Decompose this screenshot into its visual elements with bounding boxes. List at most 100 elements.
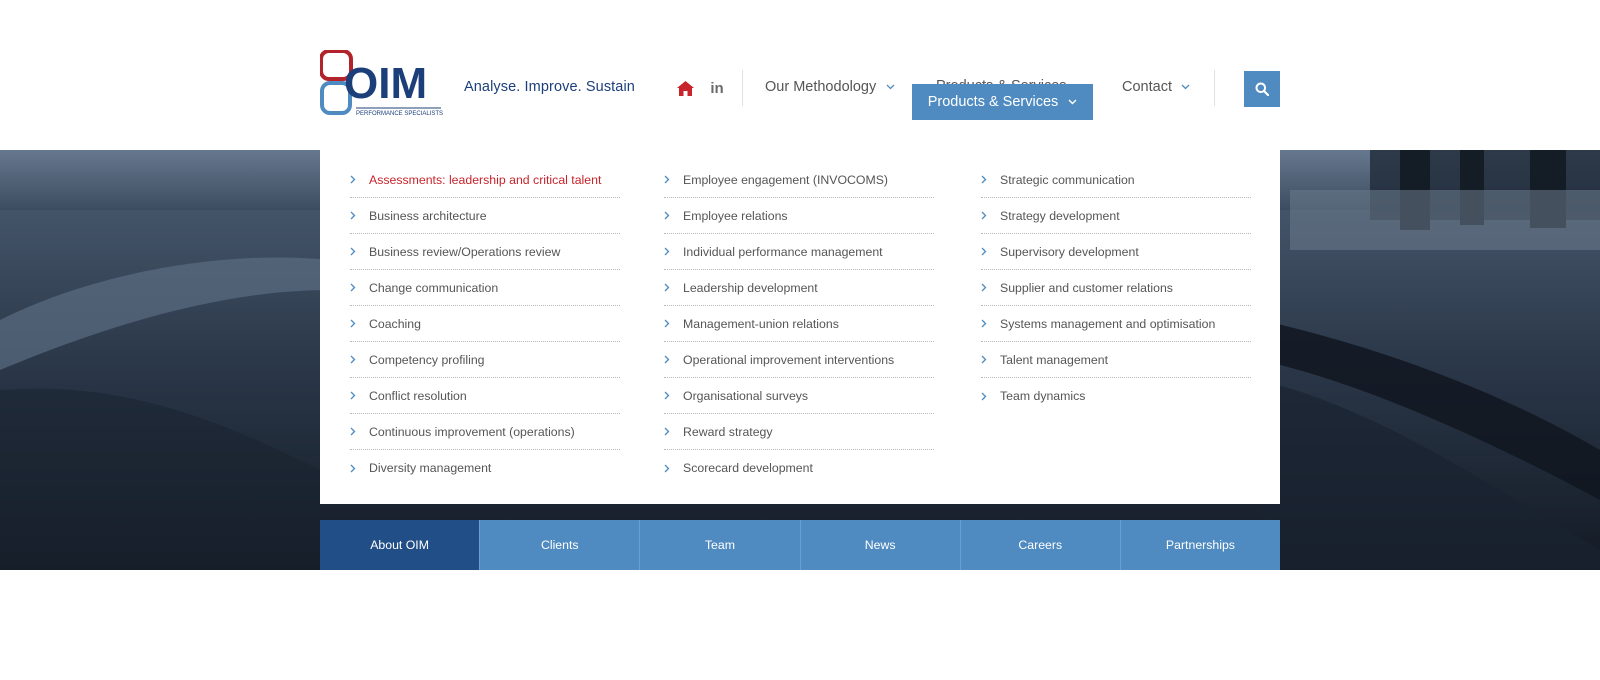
mega-menu-item-label: Business architecture [369, 208, 487, 223]
chevron-right-icon [664, 464, 683, 473]
chevron-right-icon [664, 355, 683, 364]
mega-menu-item[interactable]: Competency profiling [350, 342, 620, 378]
mega-menu-item-label: Business review/Operations review [369, 244, 561, 259]
mega-menu-item-label: Systems management and optimisation [1000, 316, 1216, 331]
mega-menu-item-label: Strategic communication [1000, 172, 1135, 187]
mega-menu-item[interactable]: Assessments: leadership and critical tal… [350, 162, 620, 198]
mega-menu-item-label: Team dynamics [1000, 389, 1086, 403]
mega-menu-item-label: Employee relations [683, 208, 788, 223]
nav-divider [742, 70, 743, 106]
mega-menu-item-label: Change communication [369, 280, 499, 295]
nav-divider [1214, 70, 1215, 106]
chevron-right-icon [350, 464, 369, 473]
mega-menu-item[interactable]: Supervisory development [981, 234, 1251, 270]
chevron-right-icon [981, 175, 1000, 184]
mega-menu-item[interactable]: Conflict resolution [350, 378, 620, 414]
mega-menu-item[interactable]: Reward strategy [664, 414, 934, 450]
chevron-right-icon [664, 175, 683, 184]
mega-menu-item-label: Continuous improvement (operations) [369, 424, 575, 439]
chevron-right-icon [664, 283, 683, 292]
mega-menu-item[interactable]: Change communication [350, 270, 620, 306]
mega-menu-item-label: Supplier and customer relations [1000, 280, 1173, 295]
chevron-right-icon [664, 211, 683, 220]
mega-menu-item[interactable]: Business review/Operations review [350, 234, 620, 270]
secondary-nav-careers[interactable]: Careers [960, 520, 1121, 570]
mega-menu-item-label: Reward strategy [683, 424, 773, 439]
mega-menu-item-label: Leadership development [683, 280, 818, 295]
chevron-right-icon [981, 392, 1000, 401]
mega-menu-item[interactable]: Strategy development [981, 198, 1251, 234]
svg-text:PERFORMANCE SPECIALISTS: PERFORMANCE SPECIALISTS [356, 111, 443, 117]
mega-menu-item[interactable]: Operational improvement interventions [664, 342, 934, 378]
mega-menu-item[interactable]: Business architecture [350, 198, 620, 234]
chevron-down-icon [885, 82, 895, 92]
chevron-right-icon [981, 211, 1000, 220]
mega-menu-item-label: Conflict resolution [369, 388, 467, 403]
mega-menu-item-label: Employee engagement (INVOCOMS) [683, 172, 889, 187]
home-icon[interactable] [675, 78, 695, 98]
site-header: OIM PERFORMANCE SPECIALISTS Analyse. Imp… [0, 0, 1600, 150]
mega-menu-item[interactable]: Management-union relations [664, 306, 934, 342]
chevron-right-icon [981, 319, 1000, 328]
nav-contact[interactable]: Contact [1122, 79, 1191, 95]
nav-label: Products & Services [927, 94, 1059, 110]
mega-menu-item-label: Supervisory development [1000, 244, 1139, 259]
chevron-right-icon [350, 175, 369, 184]
products-mega-menu: Assessments: leadership and critical tal… [320, 150, 1280, 504]
linkedin-icon[interactable]: in [707, 78, 727, 98]
nav-label: Our Methodology [765, 79, 877, 95]
chevron-right-icon [350, 283, 369, 292]
mega-menu-item-label: Assessments: leadership and critical tal… [369, 172, 602, 187]
nav-products-services[interactable]: Products & Services [912, 84, 1093, 120]
mega-menu-item[interactable]: Systems management and optimisation [981, 306, 1251, 342]
chevron-right-icon [981, 247, 1000, 256]
chevron-right-icon [664, 391, 683, 400]
chevron-down-icon [1181, 82, 1191, 92]
chevron-right-icon [350, 211, 369, 220]
mega-menu-item[interactable]: Continuous improvement (operations) [350, 414, 620, 450]
secondary-nav-about-oim[interactable]: About OIM [320, 520, 481, 570]
mega-menu-column-2: Employee engagement (INVOCOMS) Employee r… [664, 162, 934, 486]
mega-menu-item-label: Management-union relations [683, 316, 839, 331]
mega-menu-item[interactable]: Strategic communication [981, 162, 1251, 198]
mega-menu-item[interactable]: Scorecard development [664, 450, 934, 486]
search-button[interactable] [1244, 71, 1280, 107]
mega-menu-item[interactable]: Supplier and customer relations [981, 270, 1251, 306]
mega-menu-item-label: Competency profiling [369, 352, 485, 367]
nav-our-methodology[interactable]: Our Methodology [765, 79, 895, 95]
chevron-right-icon [350, 247, 369, 256]
tagline: Analyse. Improve. Sustain [464, 79, 635, 95]
chevron-down-icon [1067, 97, 1077, 107]
chevron-right-icon [664, 427, 683, 436]
chevron-right-icon [350, 391, 369, 400]
svg-text:OIM: OIM [344, 59, 427, 108]
secondary-nav-partnerships[interactable]: Partnerships [1120, 520, 1281, 570]
mega-menu-item[interactable]: Leadership development [664, 270, 934, 306]
nav-label: Contact [1122, 79, 1172, 95]
mega-menu-item-label: Individual performance management [683, 244, 883, 259]
mega-menu-item[interactable]: Coaching [350, 306, 620, 342]
mega-menu-item[interactable]: Employee engagement (INVOCOMS) [664, 162, 934, 198]
chevron-right-icon [350, 427, 369, 436]
chevron-right-icon [664, 319, 683, 328]
mega-menu-item[interactable]: Team dynamics [981, 378, 1251, 414]
mega-menu-item-label: Diversity management [369, 461, 492, 475]
mega-menu-item-label: Strategy development [1000, 208, 1120, 223]
chevron-right-icon [350, 319, 369, 328]
search-icon [1255, 82, 1269, 96]
secondary-nav-team[interactable]: Team [640, 520, 801, 570]
mega-menu-item[interactable]: Organisational surveys [664, 378, 934, 414]
mega-menu-item[interactable]: Talent management [981, 342, 1251, 378]
mega-menu-item[interactable]: Individual performance management [664, 234, 934, 270]
oim-logo[interactable]: OIM PERFORMANCE SPECIALISTS [320, 50, 444, 120]
mega-menu-item-label: Talent management [1000, 352, 1109, 367]
secondary-nav-news[interactable]: News [800, 520, 961, 570]
mega-menu-item[interactable]: Diversity management [350, 450, 620, 486]
secondary-nav: About OIM Clients Team News Careers Partnersh… [320, 520, 1281, 570]
mega-menu-column-1: Assessments: leadership and critical tal… [350, 162, 620, 486]
mega-menu-column-3: Strategic communication Strategy developm… [981, 162, 1251, 414]
mega-menu-item-label: Operational improvement interventions [683, 352, 895, 367]
mega-menu-item-label: Organisational surveys [683, 388, 809, 403]
mega-menu-item[interactable]: Employee relations [664, 198, 934, 234]
secondary-nav-clients[interactable]: Clients [480, 520, 641, 570]
